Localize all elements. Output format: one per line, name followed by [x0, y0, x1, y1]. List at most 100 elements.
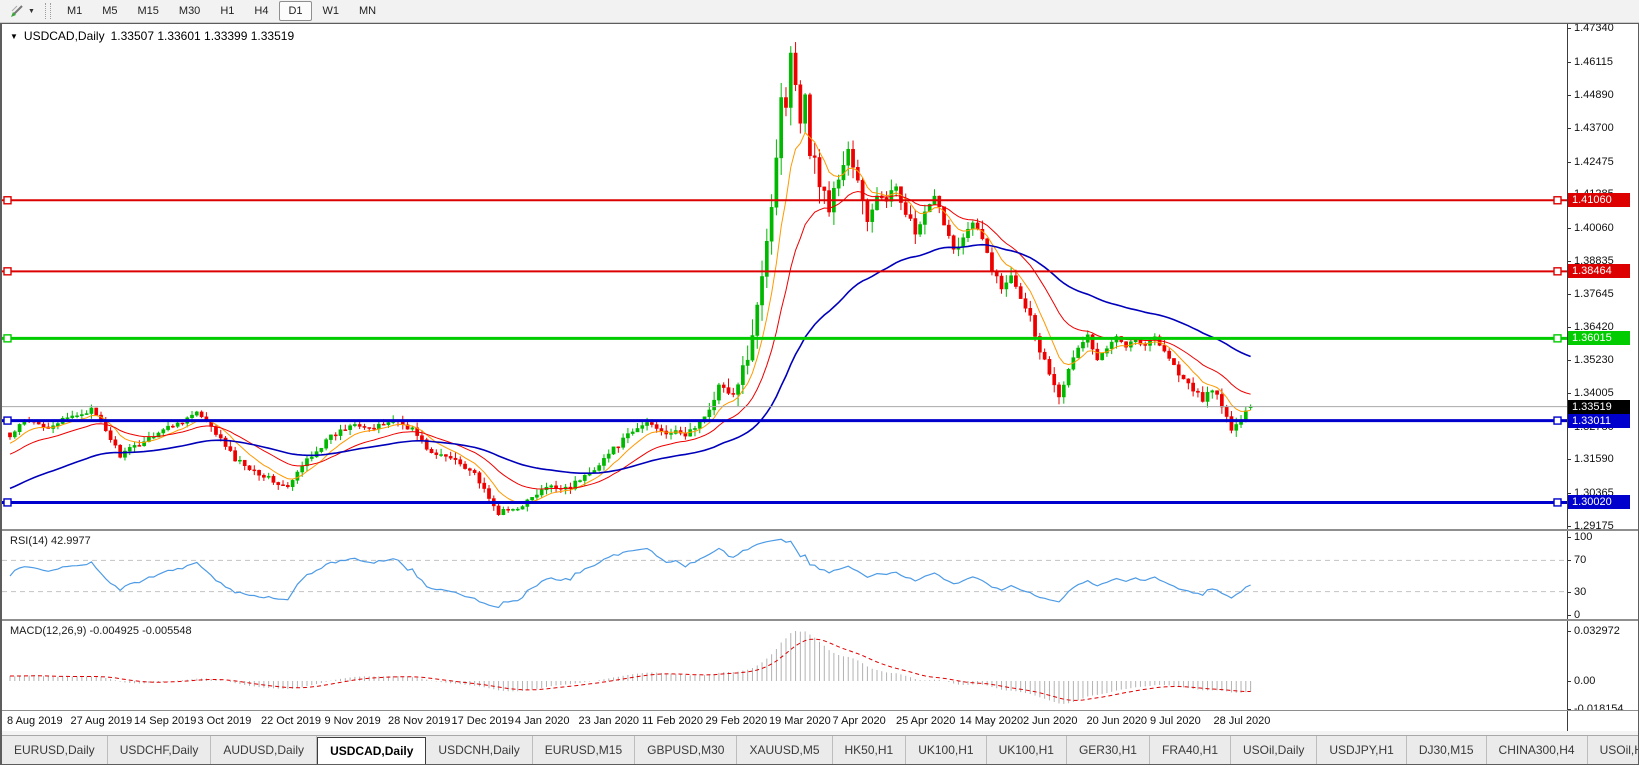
chart-tab-fra40-h1[interactable]: FRA40,H1 — [1150, 736, 1231, 764]
chart-ohlc-values: 1.33507 1.33601 1.33399 1.33519 — [111, 29, 295, 43]
ma-line-20 — [10, 192, 1251, 490]
chart-tab-uk100-h1[interactable]: UK100,H1 — [906, 736, 986, 764]
rsi-pane[interactable]: RSI(14) 42.9977 10070300 — [2, 531, 1638, 619]
hline-1.30020[interactable] — [2, 499, 1567, 506]
macd-canvas — [2, 621, 1567, 710]
timeframe-button-m5[interactable]: M5 — [93, 1, 126, 21]
timeframe-button-h1[interactable]: H1 — [211, 1, 243, 21]
time-axis-label: 25 Apr 2020 — [896, 715, 955, 727]
rsi-axis-label: 30 — [1574, 586, 1586, 598]
price-axis-label: 1.29175 — [1574, 520, 1614, 529]
level-price-tag: 1.33011 — [1568, 414, 1630, 428]
chart-tab-eurusd-daily[interactable]: EURUSD,Daily — [2, 736, 108, 764]
chart-tab-audusd-daily[interactable]: AUDUSD,Daily — [211, 736, 317, 764]
price-pane[interactable]: ▼ USDCAD,Daily 1.33507 1.33601 1.33399 1… — [2, 24, 1638, 529]
chart-tab-uk100-h1[interactable]: UK100,H1 — [987, 736, 1067, 764]
chart-periods-icon — [9, 3, 25, 19]
hline-1.36015[interactable] — [2, 335, 1567, 342]
timeframe-button-w1[interactable]: W1 — [314, 1, 349, 21]
rsi-canvas — [2, 531, 1567, 619]
macd-axis-label: 0.032972 — [1574, 625, 1620, 637]
timeframe-button-d1[interactable]: D1 — [279, 1, 311, 21]
rsi-axis-label: 70 — [1574, 554, 1586, 566]
macd-indicator-label: MACD(12,26,9) -0.004925 -0.005548 — [10, 625, 192, 637]
time-axis-label: 14 May 2020 — [960, 715, 1024, 727]
timeframe-button-m1[interactable]: M1 — [58, 1, 91, 21]
macd-pane[interactable]: MACD(12,26,9) -0.004925 -0.005548 0.0329… — [2, 621, 1638, 710]
axis-tick — [1568, 95, 1571, 96]
rsi-line — [10, 539, 1251, 607]
top-toolbar: ▼ M1M5M15M30H1H4D1W1MN — [0, 0, 1639, 23]
timeframe-button-h4[interactable]: H4 — [245, 1, 277, 21]
axis-tick — [1568, 128, 1571, 129]
price-axis-label: 1.46115 — [1574, 56, 1613, 68]
chart-tab-usdjpy-h1[interactable]: USDJPY,H1 — [1317, 736, 1406, 764]
periods-tool[interactable]: ▼ — [5, 0, 39, 22]
chart-tab-usdcad-daily[interactable]: USDCAD,Daily — [317, 737, 426, 764]
macd-histogram — [10, 631, 1251, 704]
price-axis-label: 1.31590 — [1574, 453, 1614, 465]
time-axis-label: 29 Feb 2020 — [706, 715, 768, 727]
chart-window: ▼ USDCAD,Daily 1.33507 1.33601 1.33399 1… — [0, 23, 1639, 765]
axis-tick — [1568, 162, 1571, 163]
time-axis-label: 7 Apr 2020 — [833, 715, 886, 727]
chart-tab-dj30-m15[interactable]: DJ30,M15 — [1407, 736, 1487, 764]
axis-tick — [1568, 459, 1571, 460]
timeframe-buttons: M1M5M15M30H1H4D1W1MN — [57, 1, 386, 21]
chart-tab-xauusd-m5[interactable]: XAUUSD,M5 — [737, 736, 832, 764]
time-axis-label: 4 Jan 2020 — [515, 715, 569, 727]
rsi-axis-label: 0 — [1574, 609, 1580, 619]
time-axis-label: 27 Aug 2019 — [71, 715, 133, 727]
chart-tab-eurusd-m15[interactable]: EURUSD,M15 — [533, 736, 635, 764]
rsi-axis-label: 100 — [1574, 531, 1592, 543]
price-axis-label: 1.43700 — [1574, 122, 1614, 134]
toolbar-grip[interactable] — [45, 3, 51, 19]
axis-tick — [1568, 28, 1571, 29]
chart-tab-ger30-h1[interactable]: GER30,H1 — [1067, 736, 1150, 764]
ma-line-55 — [10, 245, 1251, 489]
chart-tab-gbpusd-m30[interactable]: GBPUSD,M30 — [635, 736, 737, 764]
hline-1.38464[interactable] — [2, 268, 1567, 275]
chart-title: ▼ USDCAD,Daily 1.33507 1.33601 1.33399 1… — [10, 29, 294, 43]
price-axis[interactable]: 1.473401.461151.448901.437001.424751.412… — [1567, 24, 1638, 529]
price-axis-label: 1.35230 — [1574, 354, 1614, 366]
axis-tick — [1568, 294, 1571, 295]
price-axis-label: 1.42475 — [1574, 156, 1614, 168]
time-axis-label: 2 Jun 2020 — [1023, 715, 1077, 727]
collapse-caret-icon[interactable]: ▼ — [10, 32, 18, 41]
price-axis-label: 1.37645 — [1574, 288, 1614, 300]
time-axis-label: 28 Jul 2020 — [1214, 715, 1271, 727]
time-axis-label: 14 Sep 2019 — [134, 715, 196, 727]
level-price-tag: 1.36015 — [1568, 331, 1630, 345]
chart-tab-usoil-daily[interactable]: USOil,Daily — [1231, 736, 1317, 764]
chart-tab-usdcnh-daily[interactable]: USDCNH,Daily — [426, 736, 532, 764]
chart-symbol-label: USDCAD,Daily — [24, 29, 105, 43]
timeframe-button-m15[interactable]: M15 — [129, 1, 168, 21]
candlestick-canvas — [2, 24, 1567, 529]
axis-tick — [1568, 493, 1571, 494]
price-axis-label: 1.47340 — [1574, 24, 1614, 34]
chart-tab-bar: EURUSD,DailyUSDCHF,DailyAUDUSD,DailyUSDC… — [2, 735, 1638, 764]
rsi-axis: 100 70 30 0 — [1567, 531, 1638, 619]
price-axis-label: 1.44890 — [1574, 89, 1614, 101]
candles-group — [8, 42, 1252, 516]
time-axis-label: 3 Oct 2019 — [198, 715, 252, 727]
current-price-tag: 1.33519 — [1568, 400, 1630, 414]
macd-signal-line — [10, 639, 1251, 700]
timeframe-button-m30[interactable]: M30 — [170, 1, 209, 21]
time-axis-label: 20 Jun 2020 — [1087, 715, 1148, 727]
time-axis[interactable]: 8 Aug 201927 Aug 201914 Sep 20193 Oct 20… — [2, 711, 1638, 731]
hline-1.33011[interactable] — [2, 417, 1567, 424]
time-axis-label: 11 Feb 2020 — [642, 715, 703, 727]
price-axis-label: 1.40060 — [1574, 222, 1614, 234]
chart-tab-usoil-h[interactable]: USOil,H — [1588, 736, 1638, 764]
hline-1.41060[interactable] — [2, 197, 1567, 204]
level-price-tag: 1.30020 — [1568, 495, 1630, 509]
axis-tick — [1568, 62, 1571, 63]
chart-tab-hk50-h1[interactable]: HK50,H1 — [833, 736, 907, 764]
periods-dropdown-caret[interactable]: ▼ — [28, 8, 35, 15]
chart-tab-china300-h4[interactable]: CHINA300,H4 — [1487, 736, 1588, 764]
chart-tab-usdchf-daily[interactable]: USDCHF,Daily — [108, 736, 212, 764]
timeframe-button-mn[interactable]: MN — [350, 1, 385, 21]
axis-tick — [1568, 393, 1571, 394]
